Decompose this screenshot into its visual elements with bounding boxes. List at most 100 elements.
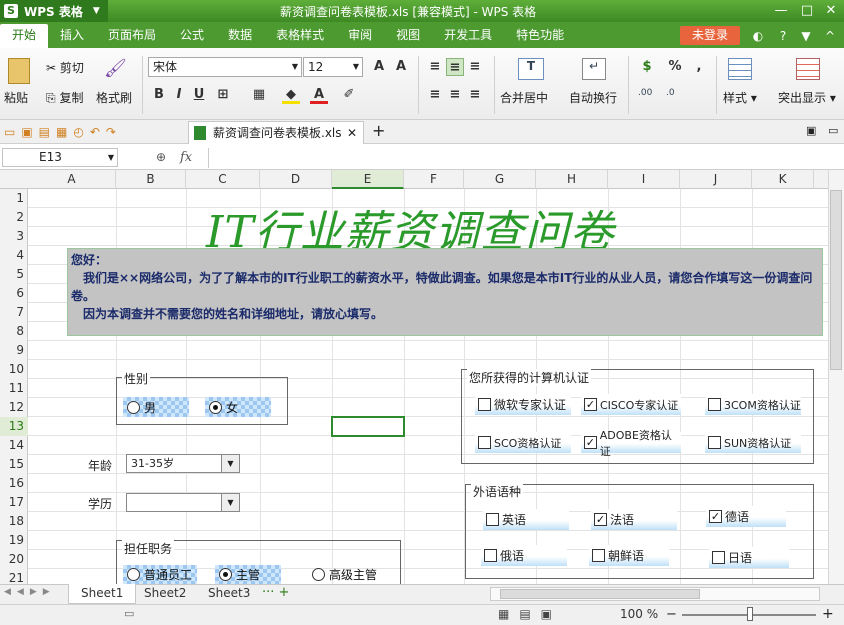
cert-sco-checkbox[interactable]: SCO资格认证 bbox=[475, 432, 571, 453]
row-header[interactable]: 9 bbox=[0, 341, 28, 360]
align-top-icon[interactable]: ≡ bbox=[426, 58, 444, 76]
horizontal-scroll-thumb[interactable] bbox=[500, 589, 700, 599]
column-header[interactable]: D bbox=[260, 170, 332, 189]
row-header[interactable]: 5 bbox=[0, 265, 28, 284]
increase-font-icon[interactable]: A bbox=[370, 58, 388, 76]
fill-color-icon[interactable]: ◆ bbox=[282, 86, 300, 104]
more-sheets-icon[interactable]: ··· + bbox=[262, 585, 289, 600]
cert-sun-checkbox[interactable]: SUN资格认证 bbox=[705, 432, 801, 453]
tab-start[interactable]: 开始 bbox=[0, 24, 49, 48]
close-icon[interactable]: ✕ bbox=[820, 2, 842, 20]
align-middle-icon[interactable]: ≡ bbox=[446, 58, 464, 76]
column-header[interactable]: E bbox=[332, 170, 404, 189]
column-header[interactable]: F bbox=[404, 170, 464, 189]
position-staff-radio[interactable]: 普通员工 bbox=[123, 565, 197, 584]
gender-female-radio[interactable]: 女 bbox=[205, 397, 271, 417]
gender-male-radio[interactable]: 男 bbox=[123, 397, 189, 417]
row-header[interactable]: 16 bbox=[0, 474, 28, 493]
view-mode-icons[interactable]: ▦▤▣ bbox=[498, 607, 562, 621]
align-bottom-icon[interactable]: ≡ bbox=[466, 58, 484, 76]
increase-decimal-icon[interactable]: .00 bbox=[638, 88, 652, 98]
bold-icon[interactable]: B bbox=[150, 86, 168, 104]
selected-cell[interactable] bbox=[331, 416, 405, 437]
currency-icon[interactable]: $ bbox=[638, 58, 656, 76]
position-senior-radio[interactable]: 高级主管 bbox=[308, 565, 388, 584]
column-header[interactable]: K bbox=[752, 170, 814, 189]
sheet-tab-2[interactable]: Sheet2 bbox=[132, 584, 198, 604]
tab-page-layout[interactable]: 页面布局 bbox=[96, 22, 168, 48]
vertical-scroll-thumb[interactable] bbox=[830, 190, 842, 370]
highlight-icon[interactable] bbox=[796, 58, 820, 80]
percent-icon[interactable]: % bbox=[666, 58, 684, 76]
font-color-icon[interactable]: A bbox=[310, 86, 328, 104]
shirt-icon[interactable]: ▼ bbox=[798, 28, 814, 44]
font-family-select[interactable]: 宋体 ▼ bbox=[148, 57, 302, 77]
format-painter-icon[interactable]: 🖌 bbox=[104, 58, 127, 82]
decrease-decimal-icon[interactable]: .0 bbox=[666, 88, 675, 98]
minimize-icon[interactable]: — bbox=[770, 2, 792, 20]
lang-korean-checkbox[interactable]: 朝鲜语 bbox=[589, 545, 669, 566]
row-header[interactable]: 3 bbox=[0, 227, 28, 246]
lang-russian-checkbox[interactable]: 俄语 bbox=[481, 545, 567, 566]
cut-button[interactable]: ✂ 剪切 bbox=[46, 59, 84, 76]
align-left-icon[interactable]: ≡ bbox=[426, 86, 444, 104]
row-header[interactable]: 4 bbox=[0, 246, 28, 265]
sheet-tab-1[interactable]: Sheet1 bbox=[68, 584, 137, 604]
tab-features[interactable]: 特色功能 bbox=[504, 22, 576, 48]
wrap-text-icon[interactable]: ↵ bbox=[582, 58, 606, 80]
conditional-format-button[interactable]: 突出显示 ▾ bbox=[778, 89, 836, 106]
font-size-select[interactable]: 12 ▼ bbox=[303, 57, 363, 77]
close-tab-icon[interactable]: ✕ bbox=[347, 122, 357, 144]
row-header[interactable]: 15 bbox=[0, 455, 28, 474]
row-header[interactable]: 21 bbox=[0, 569, 28, 584]
zoom-slider-thumb[interactable] bbox=[747, 607, 753, 621]
help-icon[interactable]: ? bbox=[775, 28, 791, 44]
tab-formula[interactable]: 公式 bbox=[168, 22, 216, 48]
row-header[interactable]: 20 bbox=[0, 550, 28, 569]
row-header[interactable]: 18 bbox=[0, 512, 28, 531]
formula-input[interactable] bbox=[208, 148, 844, 168]
column-header[interactable]: I bbox=[608, 170, 680, 189]
merge-center-button[interactable]: 合并居中 bbox=[500, 89, 548, 106]
login-button[interactable]: 未登录 bbox=[680, 26, 740, 45]
comma-icon[interactable]: , bbox=[690, 58, 708, 76]
lang-german-checkbox[interactable]: ✓ 德语 bbox=[706, 506, 786, 527]
zoom-out-icon[interactable]: − bbox=[666, 607, 677, 622]
position-supervisor-radio[interactable]: 主管 bbox=[215, 565, 281, 584]
column-header[interactable]: J bbox=[680, 170, 752, 189]
age-select[interactable]: 31-35岁 ▼ bbox=[126, 454, 240, 473]
tab-review[interactable]: 审阅 bbox=[336, 22, 384, 48]
new-tab-icon[interactable]: + bbox=[372, 121, 385, 140]
column-header[interactable]: G bbox=[464, 170, 536, 189]
skin-icon[interactable]: ◐ bbox=[750, 28, 766, 44]
format-painter-button[interactable]: 格式刷 bbox=[96, 89, 132, 106]
cert-adobe-checkbox[interactable]: ✓ ADOBE资格认证 bbox=[581, 429, 681, 458]
column-header[interactable]: A bbox=[28, 170, 116, 189]
tab-table-style[interactable]: 表格样式 bbox=[264, 22, 336, 48]
column-header[interactable]: C bbox=[186, 170, 260, 189]
sheet-tab-3[interactable]: Sheet3 bbox=[196, 584, 262, 604]
align-right-icon[interactable]: ≡ bbox=[466, 86, 484, 104]
underline-icon[interactable]: U bbox=[190, 86, 208, 104]
row-header[interactable]: 2 bbox=[0, 208, 28, 227]
row-header[interactable]: 1 bbox=[0, 189, 28, 208]
italic-icon[interactable]: I bbox=[170, 86, 188, 104]
paste-icon[interactable] bbox=[8, 58, 30, 84]
styles-button[interactable]: 样式 ▾ bbox=[723, 89, 757, 106]
app-menu-button[interactable]: S WPS 表格 ▼ bbox=[0, 0, 108, 22]
name-box[interactable]: E13 ▼ bbox=[2, 148, 118, 167]
clear-format-icon[interactable]: ✐ bbox=[340, 86, 358, 104]
row-header[interactable]: 7 bbox=[0, 303, 28, 322]
lang-french-checkbox[interactable]: ✓ 法语 bbox=[591, 509, 677, 530]
column-header[interactable]: H bbox=[536, 170, 608, 189]
row-header[interactable]: 14 bbox=[0, 436, 28, 455]
layout-icon[interactable]: ▣ bbox=[806, 124, 816, 137]
restore-icon[interactable]: ▭ bbox=[828, 124, 838, 137]
border-icon[interactable]: ⊞ bbox=[214, 86, 232, 104]
function-icon[interactable]: fx bbox=[180, 150, 192, 165]
tab-developer[interactable]: 开发工具 bbox=[432, 22, 504, 48]
row-header[interactable]: 12 bbox=[0, 398, 28, 417]
lang-english-checkbox[interactable]: 英语 bbox=[483, 509, 569, 530]
education-select[interactable]: ▼ bbox=[126, 493, 240, 512]
ribbon-toggle-icon[interactable]: ^ bbox=[822, 28, 838, 44]
